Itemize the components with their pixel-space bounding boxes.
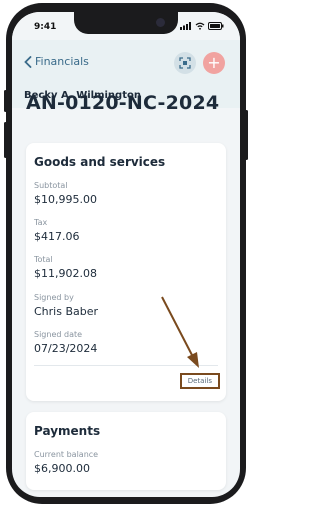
card-divider xyxy=(34,365,218,366)
tax-label: Tax xyxy=(34,218,48,227)
content-layer: Goods and services Subtotal $10,995.00 T… xyxy=(0,0,252,507)
current-balance-value: $6,900.00 xyxy=(34,462,90,475)
total-label: Total xyxy=(34,255,53,264)
goods-services-card: Goods and services Subtotal $10,995.00 T… xyxy=(26,143,226,401)
tax-value: $417.06 xyxy=(34,230,80,243)
signed-by-label: Signed by xyxy=(34,293,74,302)
payments-title: Payments xyxy=(34,424,101,438)
signed-by-value: Chris Baber xyxy=(34,305,99,318)
goods-services-title: Goods and services xyxy=(34,155,166,169)
signed-date-value: 07/23/2024 xyxy=(34,342,98,355)
subtotal-value: $10,995.00 xyxy=(34,193,97,206)
signed-date-label: Signed date xyxy=(34,330,83,339)
subtotal-label: Subtotal xyxy=(34,181,68,190)
payments-card: Payments Current balance $6,900.00 xyxy=(26,412,226,490)
current-balance-label: Current balance xyxy=(34,450,99,459)
total-value: $11,902.08 xyxy=(34,267,97,280)
details-button[interactable]: Details xyxy=(179,373,220,389)
